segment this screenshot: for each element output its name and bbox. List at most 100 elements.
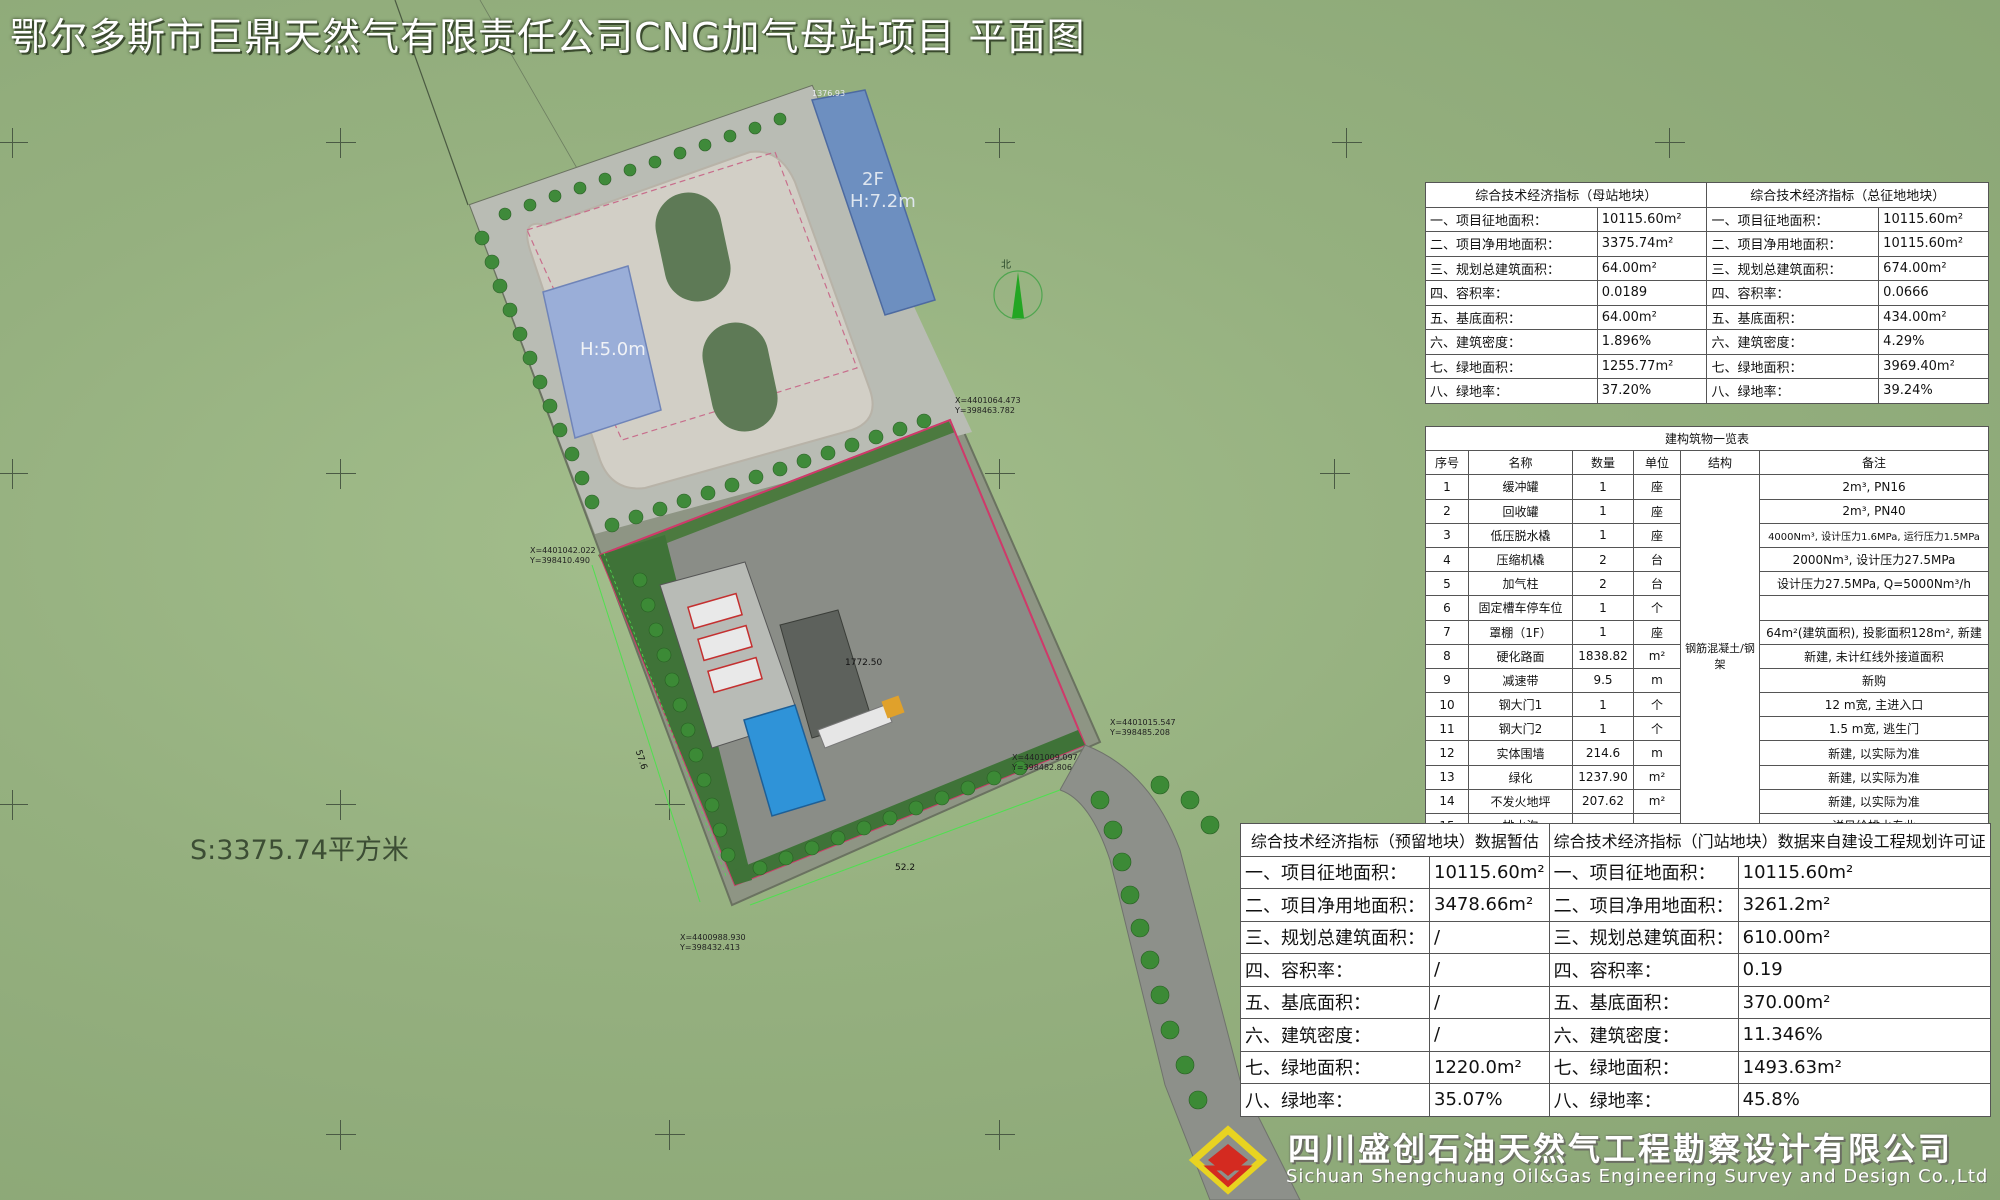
cell: 10115.60m² — [1878, 206, 1989, 232]
indicator-table-main: 综合技术经济指标（母站地块） 综合技术经济指标（总征地地块） 一、项目征地面积：… — [1424, 182, 1989, 404]
cell: 3375.74m² — [1596, 231, 1708, 257]
table-row: 四、容积率： / 四、容积率： 0.19 — [1240, 953, 1991, 987]
cell: 4000Nm³, 设计压力1.6MPa, 运行压力1.5MPa — [1759, 522, 1989, 548]
cell: 不发火地坪 — [1468, 788, 1573, 815]
label-h5: H:5.0m — [580, 339, 646, 360]
cell: 固定槽车停车位 — [1468, 595, 1573, 621]
cell: 9.5 — [1572, 667, 1634, 694]
cell: 2m³, PN16 — [1759, 474, 1989, 500]
cell: 四、容积率： — [1548, 953, 1739, 987]
cell: 10115.60m² — [1596, 206, 1708, 232]
cell: 七、绿地面积： — [1240, 1050, 1430, 1084]
table-row: 1 缓冲罐 1 座钢筋混凝土/钢架 2m³, PN16 — [1425, 474, 1989, 839]
cell: 1 — [1572, 619, 1634, 645]
structure-cell: 钢筋混凝土/钢架 — [1680, 474, 1760, 839]
cell: 37.20% — [1596, 378, 1708, 404]
cell: / — [1429, 985, 1550, 1019]
cell: 五、基底面积： — [1706, 304, 1880, 330]
cell: 二、项目净用地面积： — [1706, 231, 1880, 257]
cell: 新建, 以实际为准 — [1759, 788, 1989, 815]
cell: 八、绿地率： — [1240, 1083, 1430, 1117]
cell: 1 — [1572, 595, 1634, 621]
cell: 14 — [1425, 788, 1469, 815]
cell: 个 — [1633, 595, 1681, 621]
label-2f: 2F — [862, 169, 884, 190]
table-row: 七、绿地面积： 1255.77m² 七、绿地面积： 3969.40m² — [1425, 353, 1989, 379]
cell: 10115.60m² — [1737, 855, 1991, 889]
cell: 座 — [1633, 474, 1681, 500]
table-header-row: 序号 名称 数量 单位 结构 备注 — [1425, 450, 1989, 476]
column-header: 结构 — [1680, 450, 1760, 476]
column-header: 名称 — [1468, 450, 1573, 476]
cell: 三、规划总建筑面积： — [1425, 255, 1598, 281]
cell: 七、绿地面积： — [1548, 1050, 1739, 1084]
label-coord-d2: Y=398485.208 — [1109, 728, 1170, 737]
cell: 座 — [1633, 522, 1681, 548]
table3-header-left: 综合技术经济指标（预留地块）数据暂估 — [1240, 823, 1550, 857]
table-row: 三、规划总建筑面积： / 三、规划总建筑面积： 610.00m² — [1240, 920, 1991, 954]
label-dim-a: 57.6 — [633, 749, 649, 771]
cell: 4.29% — [1878, 329, 1989, 355]
cell: 三、规划总建筑面积： — [1548, 920, 1739, 954]
cell: 3261.2m² — [1737, 888, 1991, 922]
table-row: 八、绿地率： 37.20% 八、绿地率： 39.24% — [1425, 378, 1989, 404]
cell: 13 — [1425, 764, 1469, 790]
site-plan-sheet: 2F H:7.2m H:5.0m 北 1772.50 1376.93 X=440… — [0, 0, 2000, 1200]
cell: 绿化 — [1468, 764, 1573, 790]
cell: 台 — [1633, 546, 1681, 573]
cell: 四、容积率： — [1706, 280, 1880, 306]
cell: m² — [1633, 788, 1681, 815]
cell: 一、项目征地面积： — [1425, 206, 1598, 232]
cell: 六、建筑密度： — [1425, 329, 1598, 355]
cell: 1 — [1572, 716, 1634, 742]
cell: 434.00m² — [1878, 304, 1989, 330]
cell: 3 — [1425, 522, 1469, 548]
label-coord-d1: X=4401015.547 — [1110, 718, 1176, 727]
cell: 207.62 — [1572, 788, 1634, 815]
cell: 八、绿地率： — [1548, 1083, 1739, 1117]
cell: 四、容积率： — [1240, 953, 1430, 987]
cell: 八、绿地率： — [1425, 378, 1598, 404]
column-header: 数量 — [1572, 450, 1634, 476]
cell: 一、项目征地面积： — [1240, 855, 1430, 889]
cell: 9 — [1425, 667, 1469, 694]
cell: 3478.66m² — [1429, 888, 1550, 922]
cell — [1759, 595, 1989, 621]
company-name: 四川盛创石油天然气工程勘察设计有限公司 — [1288, 1130, 1954, 1168]
cell: m² — [1633, 764, 1681, 790]
cell: 二、项目净用地面积： — [1548, 888, 1739, 922]
cell: m — [1633, 667, 1681, 694]
cell: 370.00m² — [1737, 985, 1991, 1019]
page-title: 鄂尔多斯市巨鼎天然气有限责任公司CNG加气母站项目 平面图 — [10, 15, 1086, 59]
label-dim-b: 52.2 — [895, 863, 915, 873]
cell: 二、项目净用地面积： — [1240, 888, 1430, 922]
table1-header-left: 综合技术经济指标（母站地块） — [1424, 182, 1708, 208]
cell: 10115.60m² — [1878, 231, 1989, 257]
table-row: 二、项目净用地面积： 3375.74m² 二、项目净用地面积： 10115.60m² — [1425, 231, 1989, 257]
cell: 64m²(建筑面积), 投影面积128m², 新建 — [1759, 619, 1989, 645]
label-2f-height: H:7.2m — [850, 191, 916, 212]
cell: 一、项目征地面积： — [1548, 855, 1739, 889]
cell: 1838.82 — [1572, 643, 1634, 669]
cell: 钢大门2 — [1468, 716, 1573, 742]
table-row: 五、基底面积： / 五、基底面积： 370.00m² — [1240, 985, 1991, 1019]
cell: 七、绿地面积： — [1706, 353, 1880, 379]
cell: 6 — [1425, 595, 1469, 621]
cell: 0.19 — [1737, 953, 1991, 987]
cell: 12 m宽, 主进入口 — [1759, 692, 1989, 718]
cell: 2 — [1572, 571, 1634, 597]
cell: 八、绿地率： — [1706, 378, 1880, 404]
cell: 罩棚（1F） — [1468, 619, 1573, 645]
table-row: 五、基底面积： 64.00m² 五、基底面积： 434.00m² — [1425, 304, 1989, 330]
table2-title: 建构筑物一览表 — [1425, 425, 1989, 452]
table-row: 一、项目征地面积： 10115.60m² 一、项目征地面积： 10115.60m² — [1425, 206, 1989, 232]
cell: 0.0666 — [1878, 280, 1989, 306]
cell: 硬化路面 — [1468, 643, 1573, 669]
cell: 六、建筑密度： — [1548, 1018, 1739, 1052]
cell: 四、容积率： — [1425, 280, 1598, 306]
column-header: 序号 — [1425, 450, 1469, 476]
cell: / — [1429, 953, 1550, 987]
cell: 4 — [1425, 546, 1469, 573]
cell: 二、项目净用地面积： — [1425, 231, 1598, 257]
cell: 1237.90 — [1572, 764, 1634, 790]
